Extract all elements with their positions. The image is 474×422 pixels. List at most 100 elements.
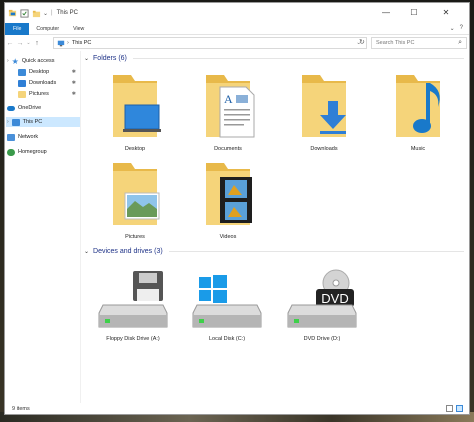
- address-separator: ›: [67, 40, 69, 46]
- sidebar-item-downloads[interactable]: Downloads ✱: [18, 78, 80, 88]
- sidebar-label: OneDrive: [18, 105, 42, 111]
- expand-chevron-icon[interactable]: ›: [7, 119, 9, 125]
- item-count: 9 items: [12, 406, 30, 412]
- folder-tile-documents[interactable]: A Documents: [188, 71, 268, 152]
- folder-tile-desktop[interactable]: Desktop: [95, 71, 175, 152]
- section-title: Devices and drives (3): [93, 248, 163, 255]
- sidebar-label: Quick access: [21, 58, 55, 64]
- expand-chevron-icon[interactable]: ›: [7, 58, 9, 64]
- ribbon-tabs: File Computer View ⌄ ?: [5, 23, 469, 35]
- window-title: This PC: [56, 10, 78, 16]
- search-icon: ⌕: [458, 39, 462, 46]
- floppy-drive-icon: [98, 271, 168, 328]
- local-disk-icon: [192, 275, 262, 328]
- network-icon: [7, 133, 15, 141]
- expand-ribbon-icon[interactable]: ⌄: [450, 25, 455, 32]
- sidebar-item-desktop[interactable]: Desktop ✱: [18, 67, 80, 77]
- collapse-chevron-icon[interactable]: ⌄: [84, 55, 89, 62]
- drive-tile-dvd[interactable]: DVD DVD Drive (D:): [282, 269, 362, 342]
- forward-button[interactable]: →: [15, 40, 25, 47]
- documents-folder-icon: A: [206, 75, 255, 138]
- folder-label: Pictures: [125, 234, 145, 240]
- customize-toolbar-icon[interactable]: ⌄: [43, 10, 48, 17]
- section-title: Folders (6): [93, 55, 127, 62]
- drive-tile-floppy[interactable]: Floppy Disk Drive (A:): [93, 269, 173, 342]
- sidebar-label: Downloads: [29, 80, 57, 86]
- recent-locations-button[interactable]: ⌄: [25, 40, 32, 46]
- folder-tile-downloads[interactable]: Downloads: [284, 71, 364, 152]
- computer-icon: [11, 118, 20, 126]
- explorer-app-icon: [8, 9, 17, 16]
- pin-icon[interactable]: ✱: [72, 91, 76, 97]
- drives-section-header[interactable]: ⌄ Devices and drives (3): [84, 248, 464, 255]
- music-folder-icon: [396, 75, 440, 137]
- tab-file[interactable]: File: [5, 23, 30, 35]
- sidebar-item-homegroup[interactable]: Homegroup: [7, 147, 79, 157]
- section-divider: [168, 251, 464, 252]
- sidebar-item-this-pc[interactable]: › This PC: [6, 117, 80, 127]
- sidebar-item-quick-access[interactable]: › ★ Quick access: [7, 56, 79, 66]
- explorer-window: ⌄ | This PC — ☐ ✕ File Computer View ⌄ ?…: [4, 2, 470, 415]
- star-icon: ★: [11, 56, 19, 66]
- sidebar-label: Desktop: [29, 69, 50, 75]
- status-bar: 9 items: [5, 403, 469, 415]
- minimize-button[interactable]: —: [377, 5, 395, 19]
- sidebar-item-network[interactable]: Network: [7, 132, 79, 142]
- help-icon[interactable]: ?: [460, 25, 463, 32]
- sidebar-item-onedrive[interactable]: OneDrive: [7, 103, 79, 113]
- back-button[interactable]: ←: [5, 40, 15, 47]
- homegroup-icon: [7, 148, 15, 156]
- folder-tile-music[interactable]: Music: [378, 71, 458, 152]
- tab-computer[interactable]: Computer: [29, 23, 66, 35]
- tab-view[interactable]: View: [66, 23, 91, 35]
- folder-label: Downloads: [310, 146, 338, 152]
- drive-tile-local-disk[interactable]: Local Disk (C:): [187, 269, 267, 342]
- sidebar-label: Pictures: [29, 91, 49, 97]
- ribbon-right-controls: ⌄ ?: [450, 25, 463, 32]
- folder-tile-pictures[interactable]: Pictures: [95, 159, 175, 240]
- large-icons-view-button[interactable]: [456, 405, 463, 412]
- folders-section-header[interactable]: ⌄ Folders (6): [84, 55, 464, 62]
- folder-label: Music: [410, 146, 426, 152]
- videos-folder-icon: [206, 163, 252, 225]
- properties-icon[interactable]: [20, 8, 29, 18]
- address-path[interactable]: This PC: [72, 40, 92, 46]
- downloads-folder-icon: [302, 75, 346, 137]
- svg-text:A: A: [224, 92, 233, 106]
- dvd-disc-text: DVD: [321, 291, 348, 306]
- title-separator: |: [51, 10, 53, 16]
- pictures-icon: [18, 90, 26, 98]
- desktop-folder-icon: [113, 75, 161, 137]
- drive-label: Floppy Disk Drive (A:): [106, 336, 160, 342]
- folder-label: Desktop: [124, 146, 146, 152]
- section-divider: [132, 58, 464, 59]
- refresh-icon[interactable]: ↻: [359, 38, 365, 46]
- folder-tile-videos[interactable]: Videos: [188, 159, 268, 240]
- maximize-button[interactable]: ☐: [405, 5, 423, 19]
- details-view-button[interactable]: [446, 405, 453, 412]
- pictures-folder-icon: [113, 163, 160, 225]
- navigation-pane: › ★ Quick access Desktop ✱ Downloads ✱ P…: [5, 51, 81, 403]
- downloads-icon: [18, 79, 26, 87]
- address-bar-row: ← → ⌄ ↑ › This PC ⌄ ↻ Search This PC ⌕: [5, 36, 469, 50]
- drive-label: Local Disk (C:): [208, 336, 246, 342]
- sidebar-item-pictures[interactable]: Pictures ✱: [18, 89, 80, 99]
- up-button[interactable]: ↑: [32, 40, 42, 47]
- new-folder-icon[interactable]: [32, 9, 41, 18]
- title-bar: ⌄ | This PC — ☐ ✕: [5, 3, 469, 23]
- collapse-chevron-icon[interactable]: ⌄: [84, 248, 89, 255]
- sidebar-label: Homegroup: [18, 149, 47, 155]
- pin-icon[interactable]: ✱: [72, 80, 76, 86]
- sidebar-label: This PC: [22, 119, 43, 125]
- cloud-icon: [7, 105, 15, 111]
- drive-label: DVD Drive (D:): [303, 336, 341, 342]
- close-button[interactable]: ✕: [437, 5, 455, 19]
- sidebar-label: Network: [18, 134, 39, 140]
- folder-label: Videos: [219, 234, 237, 240]
- address-field[interactable]: › This PC ⌄: [53, 37, 367, 49]
- this-pc-icon: [57, 40, 65, 46]
- search-input[interactable]: Search This PC ⌕: [371, 37, 467, 49]
- content-pane: ⌄ Folders (6) Desktop A Documents Downlo…: [82, 51, 468, 403]
- pin-icon[interactable]: ✱: [72, 69, 76, 75]
- dvd-drive-icon: DVD: [287, 269, 357, 328]
